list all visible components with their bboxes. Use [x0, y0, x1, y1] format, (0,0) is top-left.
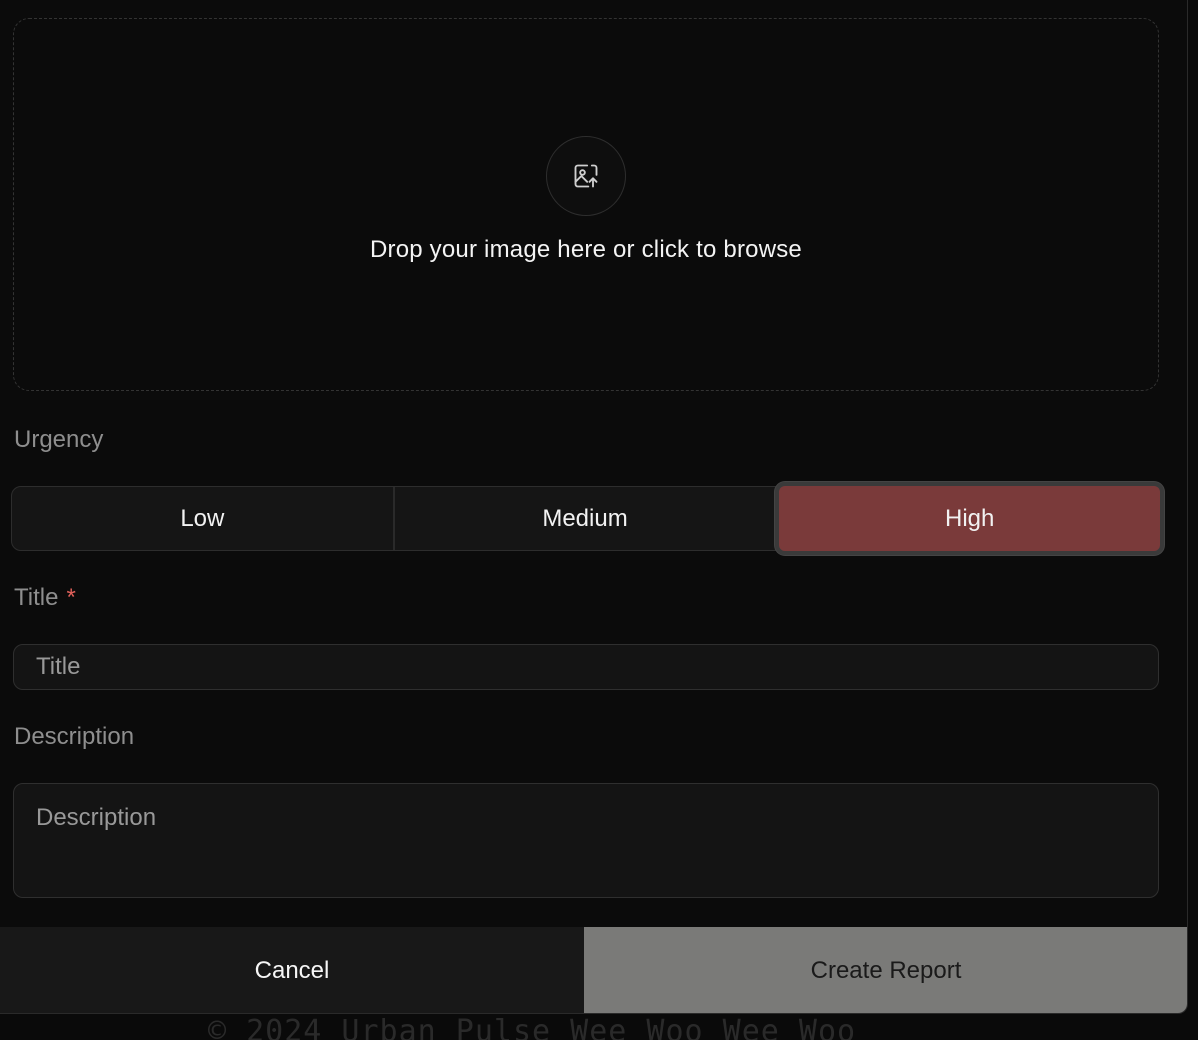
report-form-panel: Drop your image here or click to browse …	[0, 0, 1188, 1014]
required-mark: *	[66, 584, 76, 611]
urgency-low-button[interactable]: Low	[12, 487, 395, 550]
dropzone-text: Drop your image here or click to browse	[370, 236, 802, 263]
urgency-selector: Low Medium High	[11, 482, 1165, 555]
urgency-label: Urgency	[14, 426, 104, 453]
description-textarea[interactable]: Description	[13, 783, 1159, 898]
copyright-text: © 2024 Urban Pulse Wee Woo Wee Woo	[208, 1014, 857, 1040]
title-placeholder: Title	[36, 653, 81, 680]
title-label: Title *	[14, 584, 76, 612]
cancel-button[interactable]: Cancel	[0, 927, 584, 1013]
form-actions: Cancel Create Report	[0, 927, 1187, 1013]
image-dropzone[interactable]: Drop your image here or click to browse	[13, 18, 1159, 391]
urgency-high-button[interactable]: High	[775, 482, 1165, 555]
image-upload-icon[interactable]	[546, 136, 626, 216]
title-label-text: Title	[14, 584, 59, 611]
title-input[interactable]: Title	[13, 644, 1159, 690]
description-placeholder: Description	[36, 804, 157, 831]
create-report-button[interactable]: Create Report	[584, 927, 1187, 1013]
description-label: Description	[14, 723, 135, 750]
urgency-medium-button[interactable]: Medium	[395, 487, 776, 550]
